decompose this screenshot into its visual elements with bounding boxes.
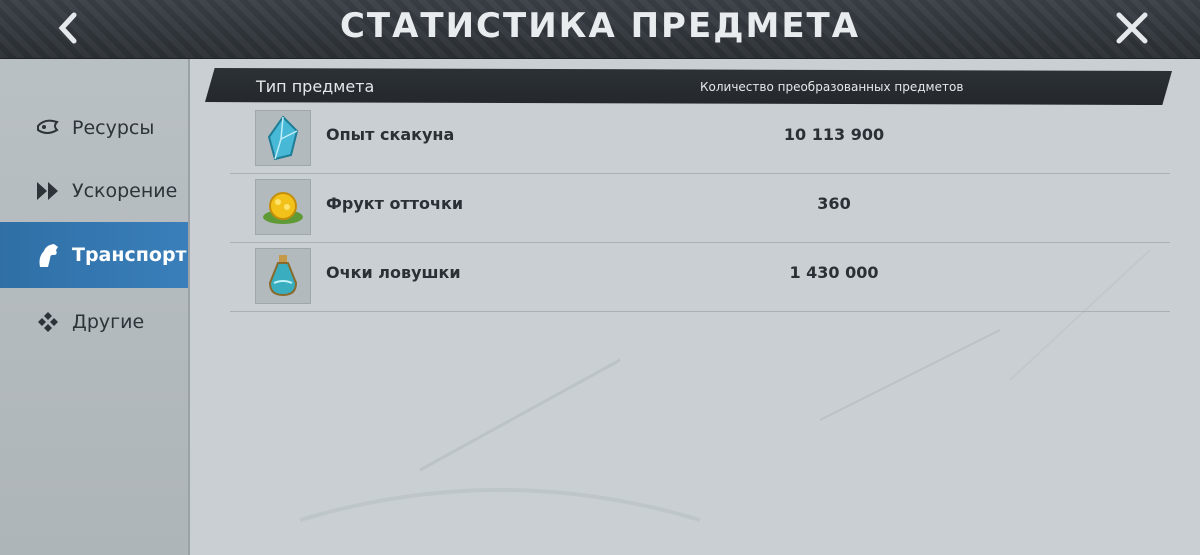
sidebar: Ресурсы Ускорение Транспорт Другие bbox=[0, 59, 190, 555]
page-title: СТАТИСТИКА ПРЕДМЕТА bbox=[339, 6, 861, 46]
item-count: 360 bbox=[817, 194, 851, 213]
resources-icon bbox=[34, 114, 62, 142]
column-header-count: Количество преобразованных предметов bbox=[700, 80, 964, 94]
sidebar-item-other[interactable]: Другие bbox=[0, 289, 188, 355]
item-count: 10 113 900 bbox=[783, 125, 885, 144]
sidebar-item-label: Транспорт bbox=[72, 244, 187, 266]
item-count: 1 430 000 bbox=[789, 263, 879, 282]
sidebar-item-label: Ускорение bbox=[72, 180, 178, 202]
potion-icon bbox=[255, 248, 311, 304]
sidebar-item-resources[interactable]: Ресурсы bbox=[0, 95, 188, 161]
speedup-icon bbox=[34, 177, 62, 205]
item-name: Фрукт отточки bbox=[326, 194, 464, 213]
top-bar: СТАТИСТИКА ПРЕДМЕТА bbox=[0, 0, 1200, 59]
sidebar-item-label: Ресурсы bbox=[72, 117, 155, 139]
item-name: Опыт скакуна bbox=[326, 125, 455, 144]
close-button[interactable] bbox=[1112, 8, 1152, 48]
close-icon bbox=[1116, 12, 1148, 44]
item-name: Очки ловушки bbox=[326, 263, 461, 282]
fruit-icon bbox=[255, 179, 311, 235]
sidebar-item-transport[interactable]: Транспорт bbox=[0, 222, 188, 288]
other-icon bbox=[34, 308, 62, 336]
sidebar-item-speedup[interactable]: Ускорение bbox=[0, 158, 188, 224]
table-row: Фрукт отточки 360 bbox=[230, 172, 1170, 243]
table-row: Опыт скакуна 10 113 900 bbox=[230, 103, 1170, 174]
table-row: Очки ловушки 1 430 000 bbox=[230, 241, 1170, 312]
crystal-icon bbox=[255, 110, 311, 166]
horse-icon bbox=[34, 241, 62, 269]
column-header-type: Тип предмета bbox=[256, 77, 375, 96]
sidebar-item-label: Другие bbox=[72, 311, 145, 333]
